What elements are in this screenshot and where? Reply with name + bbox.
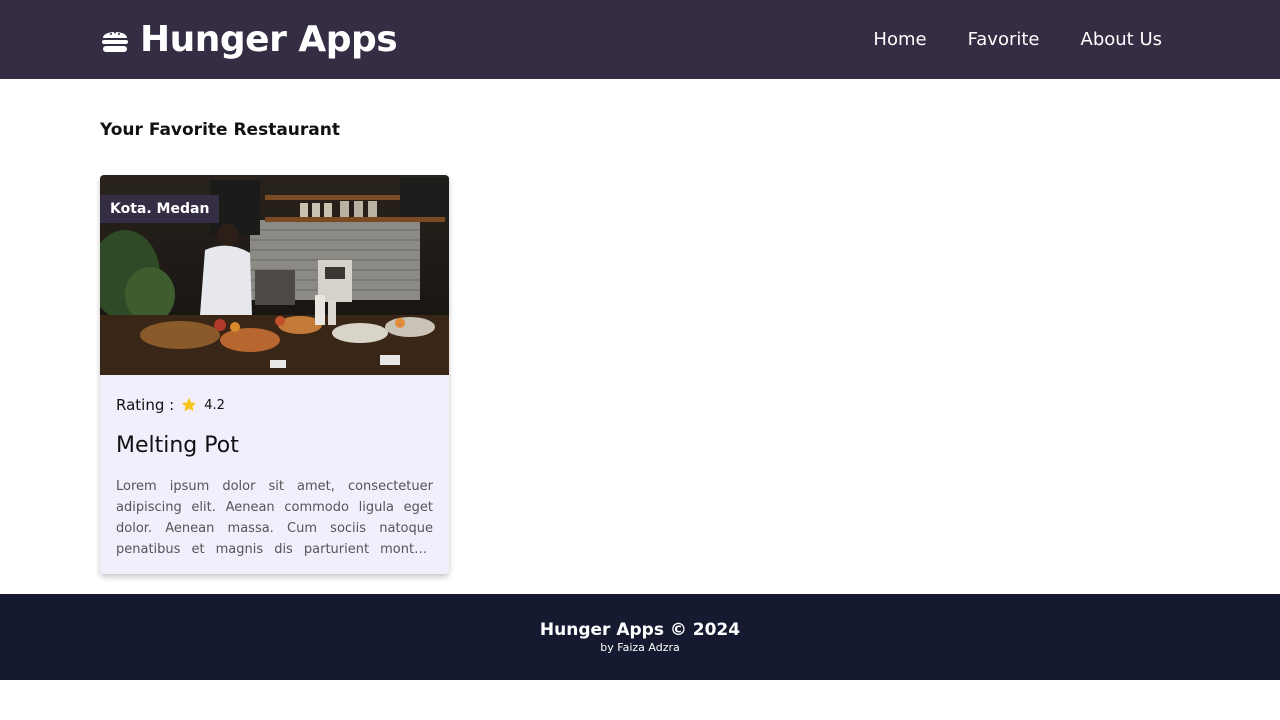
restaurant-image: Kota. Medan — [100, 175, 449, 375]
main-content: Your Favorite Restaurant Kota. Medan Rat… — [0, 79, 1280, 594]
nav-about-link[interactable]: About Us — [1081, 28, 1163, 52]
app-header: Hunger Apps Home Favorite About Us — [0, 0, 1280, 79]
rating-label: Rating : — [116, 396, 175, 414]
restaurant-name-link[interactable]: Melting Pot — [116, 432, 433, 460]
star-icon — [182, 397, 197, 412]
restaurant-card: Kota. Medan Rating : 4.2 Melting Pot Lor… — [100, 175, 449, 574]
burger-icon — [102, 31, 128, 52]
restaurant-description: Lorem ipsum dolor sit amet, consectetuer… — [116, 479, 433, 557]
footer-title: Hunger Apps © 2024 — [539, 620, 741, 640]
city-badge: Kota. Medan — [100, 195, 220, 223]
page-title: Your Favorite Restaurant — [100, 120, 340, 140]
brand-link[interactable]: Hunger Apps — [100, 18, 398, 62]
nav-favorite-link[interactable]: Favorite — [968, 28, 1040, 52]
app-footer: Hunger Apps © 2024 by Faiza Adzra — [0, 594, 1280, 680]
app-title: Hunger Apps — [140, 19, 398, 60]
footer-credit: by Faiza Adzra — [600, 641, 680, 654]
rating-row: Rating : 4.2 — [116, 395, 433, 415]
rating-value: 4.2 — [204, 397, 225, 413]
card-body: Rating : 4.2 Melting Pot Lorem ipsum dol… — [100, 395, 449, 560]
nav-home-link[interactable]: Home — [873, 28, 926, 52]
main-nav: Home Favorite About Us — [873, 28, 1162, 52]
